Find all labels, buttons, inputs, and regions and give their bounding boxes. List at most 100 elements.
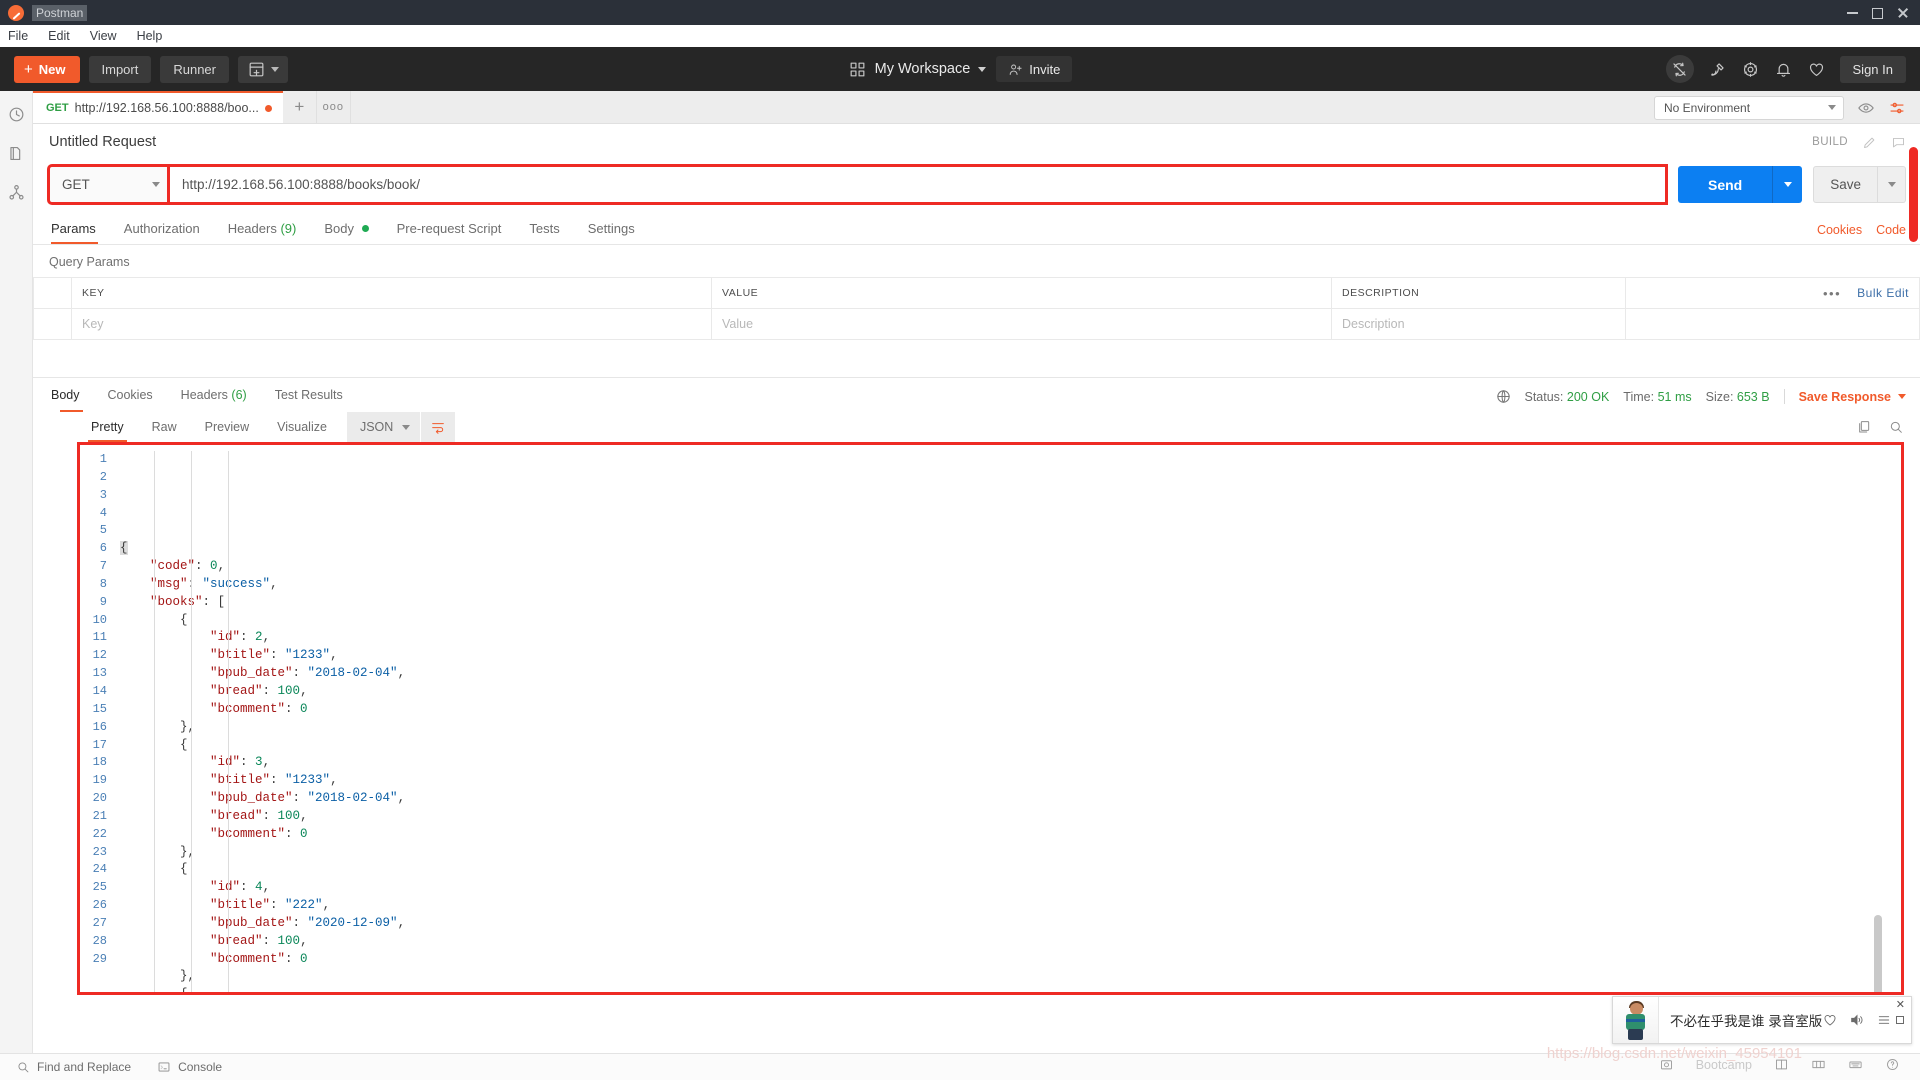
code-vertical-scrollbar[interactable] [1874,915,1882,992]
invite-button[interactable]: Invite [996,56,1073,82]
close-icon[interactable] [1897,7,1908,18]
table-row[interactable]: Key Value Description [33,308,1920,340]
maximize-icon[interactable] [1872,7,1883,19]
import-button[interactable]: Import [88,55,152,83]
environment-selector[interactable]: No Environment [1654,95,1844,120]
select-all-cell[interactable] [33,277,72,309]
heart-icon[interactable] [1822,1012,1838,1028]
menu-file[interactable]: File [8,29,28,43]
tab-pre-request-script[interactable]: Pre-request Script [383,221,516,244]
keyboard-icon[interactable] [1848,1057,1863,1072]
find-and-replace-button[interactable]: Find and Replace [16,1060,131,1074]
code-line: { [114,612,1901,630]
url-input[interactable] [167,164,1668,205]
response-tab-test-results[interactable]: Test Results [261,378,357,412]
new-button[interactable]: + New [14,55,80,83]
viewer-tab-raw[interactable]: Raw [138,412,191,442]
workspace-selector[interactable]: My Workspace [848,60,987,79]
tab-tests[interactable]: Tests [515,221,573,244]
code-token: : [285,826,301,841]
row-key-cell[interactable]: Key [71,308,712,340]
menu-help[interactable]: Help [137,29,163,43]
request-tab-active[interactable]: GET http://192.168.56.100:8888/boo... [33,91,283,123]
http-method-selector[interactable]: GET [47,164,171,205]
row-value-cell[interactable]: Value [711,308,1332,340]
avatar-legs [1628,1029,1643,1040]
search-icon[interactable] [1888,419,1904,435]
save-button[interactable]: Save [1813,166,1878,203]
code-line: "books": [ [114,594,1901,612]
tab-headers[interactable]: Headers (9) [214,221,311,244]
tab-settings[interactable]: Settings [574,221,649,244]
minimize-icon[interactable] [1847,7,1858,18]
viewer-tab-visualize[interactable]: Visualize [263,412,341,442]
menu-view[interactable]: View [90,29,117,43]
line-number: 5 [99,523,107,538]
tab-body[interactable]: Body [310,221,382,244]
collections-icon[interactable] [7,144,26,163]
terminal-icon [158,1062,170,1072]
bell-icon[interactable] [1774,60,1793,79]
tab-options-button[interactable]: ooo [317,91,351,123]
tab-params[interactable]: Params [49,221,110,244]
table-header-row: KEY VALUE DESCRIPTION ••• Bulk Edit [33,277,1920,309]
tab-authorization[interactable]: Authorization [110,221,214,244]
code-token: "id" [210,630,241,645]
code-token: "2018-02-04" [307,666,398,681]
page-title[interactable]: Untitled Request [49,134,156,150]
eye-icon[interactable] [1857,99,1875,117]
runner-button[interactable]: Runner [160,55,229,83]
response-tab-body[interactable]: Body [49,378,94,412]
viewer-tab-pretty[interactable]: Pretty [77,412,138,442]
volume-icon[interactable] [1849,1012,1865,1028]
line-number: 26 [92,898,107,913]
line-number: 14 [92,683,107,698]
response-tab-headers[interactable]: Headers (6) [167,378,261,412]
console-button[interactable]: Console [157,1060,222,1074]
pencil-icon[interactable] [1862,135,1877,150]
invite-label: Invite [1029,61,1061,77]
send-button[interactable]: Send [1677,166,1773,203]
sync-status-button[interactable] [1665,55,1694,83]
restore-icon[interactable] [1895,1016,1904,1024]
response-body-code[interactable]: { "code": 0, "msg": "success", "books": … [114,445,1901,992]
response-format-selector[interactable]: JSON [346,412,421,442]
gear-icon[interactable] [1741,60,1760,79]
row-checkbox-cell[interactable] [33,308,72,340]
cookies-link[interactable]: Cookies [1817,223,1862,237]
close-icon[interactable]: ✕ [1896,1000,1905,1011]
sign-in-button[interactable]: Sign In [1839,55,1906,83]
save-response-button[interactable]: Save Response [1799,390,1891,404]
row-description-cell[interactable]: Description [1331,308,1626,340]
page-vertical-scrollbar[interactable] [1909,147,1918,242]
new-window-button[interactable] [237,55,288,83]
music-player-widget[interactable]: 不必在乎我是谁 录音室版 ✕ [1612,996,1912,1044]
line-number: 27 [92,915,107,930]
help-icon[interactable] [1885,1057,1900,1072]
apis-icon[interactable] [7,183,26,202]
code-link[interactable]: Code [1876,223,1906,237]
viewer-tab-preview[interactable]: Preview [191,412,263,442]
new-tab-button[interactable]: + [283,91,317,123]
settings-sliders-icon[interactable] [1888,99,1906,117]
panel-layout-icon[interactable] [1811,1057,1826,1072]
bulk-edit-button[interactable]: Bulk Edit [1857,286,1909,300]
menu-edit[interactable]: Edit [48,29,70,43]
history-icon[interactable] [7,105,26,124]
word-wrap-button[interactable] [421,412,456,442]
split-view-icon[interactable] [1774,1057,1789,1072]
playlist-icon[interactable] [1876,1012,1892,1028]
table-more-options-button[interactable]: ••• [1823,286,1841,301]
screenshot-icon[interactable] [1659,1057,1674,1072]
copy-icon[interactable] [1856,419,1872,435]
code-line: "id": 4, [114,879,1901,897]
send-options-button[interactable] [1772,166,1803,203]
response-body-viewer[interactable]: 1 2 3 4 5 6 7 8 9 10 11 12 13 14 15 16 17 18 19 20 21 22 23 24 2… [77,442,1904,995]
globe-icon[interactable] [1495,388,1512,405]
response-tab-cookies[interactable]: Cookies [94,378,167,412]
comment-icon[interactable] [1891,135,1906,150]
chevron-down-icon[interactable] [1898,394,1906,399]
heart-icon[interactable] [1807,60,1826,79]
satellite-icon[interactable] [1708,60,1727,79]
save-options-button[interactable] [1878,166,1906,203]
